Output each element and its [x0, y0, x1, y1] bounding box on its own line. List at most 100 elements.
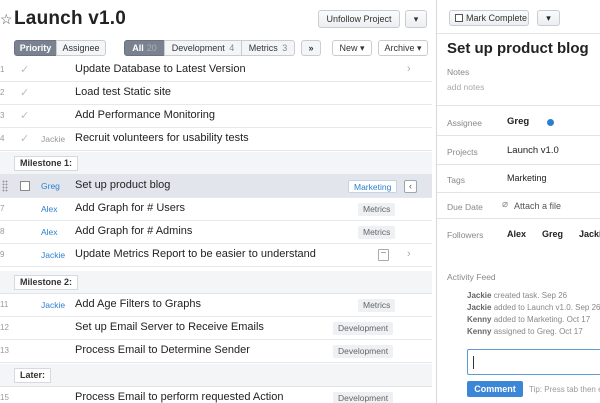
task-row[interactable]: 15 Process Email to perform requested Ac…: [0, 387, 432, 403]
checkbox-icon: [455, 14, 463, 22]
assignee-value[interactable]: Greg: [507, 116, 529, 127]
task-assignee[interactable]: Greg: [41, 181, 60, 191]
new-menu-button[interactable]: New ▾: [332, 40, 372, 56]
task-name[interactable]: Set up Email Server to Receive Emails: [75, 321, 264, 333]
notes-field[interactable]: add notes: [447, 82, 484, 92]
more-filters-button[interactable]: »: [301, 40, 321, 56]
mark-complete-label: Mark Complete: [466, 13, 528, 23]
task-assignee[interactable]: Alex: [41, 204, 58, 214]
completed-check-icon[interactable]: ✓: [20, 63, 29, 76]
completed-check-icon[interactable]: ✓: [20, 109, 29, 122]
filter-all-button[interactable]: All 20: [124, 40, 165, 56]
comment-input[interactable]: [467, 349, 600, 375]
due-date-label[interactable]: Due Date: [447, 202, 483, 212]
milestone-label[interactable]: Milestone 1:: [14, 156, 79, 171]
comment-button[interactable]: Comment: [467, 381, 523, 397]
mark-complete-button[interactable]: Mark Complete: [449, 10, 529, 26]
chevron-right-icon[interactable]: ›: [407, 63, 411, 75]
tags-value[interactable]: Marketing: [507, 173, 547, 183]
task-row[interactable]: 7 Alex Add Graph for # Users Metrics: [0, 198, 432, 221]
task-number: 2: [0, 88, 5, 97]
task-name[interactable]: Add Graph for # Admins: [75, 225, 192, 237]
calendar-icon[interactable]: [378, 249, 389, 261]
chevron-down-icon: ▾: [546, 13, 551, 23]
notes-label: Notes: [447, 67, 470, 77]
task-name[interactable]: Add Graph for # Users: [75, 202, 185, 214]
milestone-label[interactable]: Later:: [14, 368, 52, 383]
follower-name[interactable]: Jackie: [579, 229, 600, 239]
archive-menu-button[interactable]: Archive ▾: [378, 40, 428, 56]
task-row[interactable]: 12 Set up Email Server to Receive Emails…: [0, 317, 432, 340]
task-row[interactable]: 13 Process Email to Determine Sender Dev…: [0, 340, 432, 363]
attach-file-link[interactable]: Attach a file: [514, 201, 561, 211]
task-row[interactable]: 11 Jackie Add Age Filters to Graphs Metr…: [0, 294, 432, 317]
priority-view-button[interactable]: Priority: [14, 40, 57, 56]
divider: [437, 135, 600, 136]
task-tag[interactable]: Development: [333, 345, 394, 358]
task-tag[interactable]: Metrics: [358, 203, 396, 216]
task-name[interactable]: Add Performance Monitoring: [75, 109, 215, 121]
filter-development-button[interactable]: Development 4: [164, 40, 242, 56]
task-assignee[interactable]: Jackie: [41, 250, 65, 260]
task-menu-caret-button[interactable]: ▾: [537, 10, 560, 26]
task-name[interactable]: Set up product blog: [75, 179, 170, 191]
task-name[interactable]: Recruit volunteers for usability tests: [75, 132, 249, 144]
assignee-view-button[interactable]: Assignee: [56, 40, 106, 56]
task-name[interactable]: Process Email to Determine Sender: [75, 344, 250, 356]
filter-metrics-button[interactable]: Metrics 3: [241, 40, 295, 56]
task-name[interactable]: Add Age Filters to Graphs: [75, 298, 201, 310]
drag-handle-icon[interactable]: [2, 180, 8, 192]
follower-name[interactable]: Greg: [542, 229, 563, 239]
projects-label: Projects: [447, 147, 478, 157]
task-title[interactable]: Set up product blog: [447, 40, 589, 57]
task-tag[interactable]: Metrics: [358, 299, 396, 312]
collapse-detail-button[interactable]: ‹: [404, 180, 417, 193]
task-number: 9: [0, 250, 5, 259]
activity-item: Kenny added to Marketing. Oct 17: [467, 315, 590, 324]
task-name[interactable]: Update Metrics Report to be easier to un…: [75, 248, 316, 260]
project-menu-caret-button[interactable]: ▾: [405, 10, 427, 28]
task-assignee[interactable]: Jackie: [41, 300, 65, 310]
filter-all-label: All: [132, 43, 144, 53]
task-row[interactable]: 9 Jackie Update Metrics Report to be eas…: [0, 244, 432, 267]
filter-development-count: 4: [229, 43, 235, 53]
task-row[interactable]: 3 ✓ Add Performance Monitoring: [0, 105, 432, 128]
task-name[interactable]: Load test Static site: [75, 86, 171, 98]
task-tag[interactable]: Development: [333, 392, 394, 403]
completed-check-icon[interactable]: ✓: [20, 132, 29, 145]
follower-name[interactable]: Alex: [507, 229, 526, 239]
task-row[interactable]: 8 Alex Add Graph for # Admins Metrics: [0, 221, 432, 244]
task-detail-pane: Mark Complete ▾ Set up product blog Note…: [436, 0, 600, 403]
task-number: 4: [0, 134, 5, 143]
task-number: 1: [0, 65, 5, 74]
activity-text: added to Launch v1.0.: [493, 303, 573, 312]
task-name[interactable]: Update Database to Latest Version: [75, 63, 246, 75]
task-row[interactable]: 2 ✓ Load test Static site: [0, 82, 432, 105]
milestone-label[interactable]: Milestone 2:: [14, 275, 79, 290]
task-list-pane: ☆ Launch v1.0 Unfollow Project ▾ Priorit…: [0, 0, 432, 403]
star-icon[interactable]: ☆: [0, 11, 13, 28]
activity-user: Jackie: [467, 291, 492, 300]
task-row[interactable]: 4 ✓ Jackie Recruit volunteers for usabil…: [0, 128, 432, 151]
completed-check-icon[interactable]: ✓: [20, 86, 29, 99]
task-name[interactable]: Process Email to perform requested Actio…: [75, 391, 283, 403]
activity-user: Kenny: [467, 327, 492, 336]
task-assignee[interactable]: Alex: [41, 227, 58, 237]
activity-date: Sep 26: [575, 303, 600, 312]
task-row[interactable]: 1 ✓ Update Database to Latest Version ›: [0, 59, 432, 82]
chevron-left-icon: ‹: [409, 181, 412, 191]
activity-user: Kenny: [467, 315, 492, 324]
chevron-right-icon[interactable]: ›: [407, 248, 411, 260]
divider: [437, 164, 600, 165]
task-tag[interactable]: Marketing: [348, 180, 398, 193]
task-number: 7: [0, 204, 5, 213]
task-tag[interactable]: Development: [333, 322, 394, 335]
unfollow-project-button[interactable]: Unfollow Project: [318, 10, 400, 28]
task-number: 13: [0, 346, 9, 355]
task-checkbox[interactable]: [20, 181, 30, 191]
paperclip-icon[interactable]: ⌀: [502, 199, 508, 210]
task-assignee[interactable]: Jackie: [41, 134, 65, 144]
task-tag[interactable]: Metrics: [358, 226, 396, 239]
task-row-selected[interactable]: Greg Set up product blog Marketing ‹: [0, 175, 432, 198]
projects-value[interactable]: Launch v1.0: [507, 145, 559, 156]
